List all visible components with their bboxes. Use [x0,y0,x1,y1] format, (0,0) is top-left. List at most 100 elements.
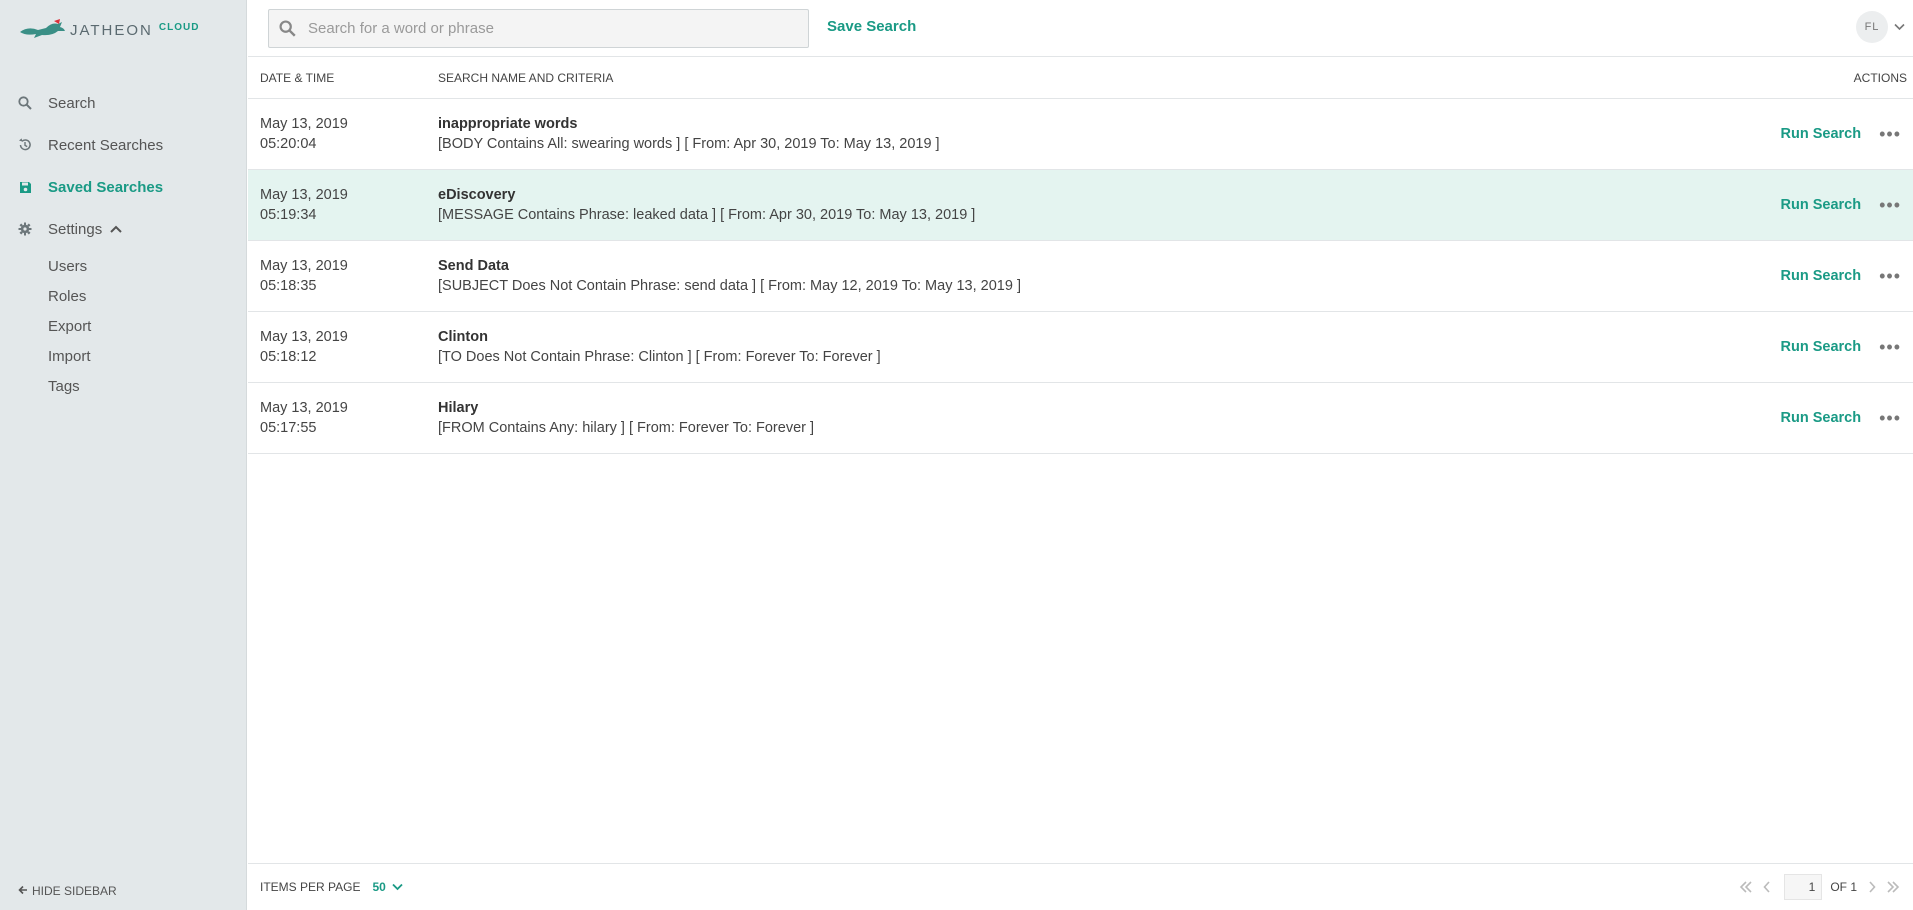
search-criteria: [TO Does Not Contain Phrase: Clinton ] [… [438,349,881,365]
sidebar-item-saved-searches[interactable]: Saved Searches [0,166,246,208]
items-per-page-value: 50 [372,880,386,894]
first-page-icon[interactable] [1739,881,1753,893]
top-bar: Save Search FL [248,0,1913,57]
sidebar-item-settings[interactable]: Settings [0,208,246,250]
row-actions: Run Search ••• [1753,409,1913,427]
previous-page-icon[interactable] [1763,881,1771,893]
table-row[interactable]: May 13, 2019 05:19:34 eDiscovery [MESSAGE C… [248,170,1913,241]
sidebar-item-label: Saved Searches [48,178,164,196]
row-time: 05:18:12 [260,349,317,365]
table-row[interactable]: May 13, 2019 05:20:04 inappropriate words [… [248,99,1913,170]
row-datetime: May 13, 2019 05:18:12 [248,327,438,367]
more-options-icon[interactable]: ••• [1879,267,1901,285]
hide-sidebar-button[interactable]: HIDE SIDEBAR [18,884,117,898]
settings-subnav: Users Roles Export Import Tags [0,252,246,402]
avatar[interactable]: FL [1856,11,1888,43]
row-date: May 13, 2019 [260,187,348,203]
sidebar-item-label: Settings [48,220,103,238]
row-search-info: eDiscovery [MESSAGE Contains Phrase: leak… [438,185,1753,225]
row-datetime: May 13, 2019 05:18:35 [248,256,438,296]
table-header: DATE & TIME SEARCH NAME AND CRITERIA ACT… [248,57,1913,99]
sidebar-item-label: Recent Searches [48,136,164,154]
column-header-date[interactable]: DATE & TIME [248,71,438,85]
search-criteria: [BODY Contains All: swearing words ] [ F… [438,136,940,152]
run-search-button[interactable]: Run Search [1781,410,1862,426]
sidebar-nav: Search Recent Searches Saved Searches Se… [0,82,246,402]
sidebar-item-label: Search [48,94,96,112]
row-time: 05:19:34 [260,207,317,223]
search-icon [18,96,32,110]
row-time: 05:20:04 [260,136,317,152]
sidebar-item-recent-searches[interactable]: Recent Searches [0,124,246,166]
fox-logo-icon [20,19,65,38]
row-actions: Run Search ••• [1753,125,1913,143]
chevron-down-icon[interactable] [1894,23,1905,31]
row-actions: Run Search ••• [1753,338,1913,356]
row-search-info: inappropriate words [BODY Contains All: s… [438,114,1753,154]
chevron-up-icon[interactable] [110,225,122,233]
search-box [268,9,809,48]
last-page-icon[interactable] [1886,881,1900,893]
more-options-icon[interactable]: ••• [1879,196,1901,214]
row-time: 05:17:55 [260,420,317,436]
save-search-button[interactable]: Save Search [827,18,916,35]
more-options-icon[interactable]: ••• [1879,125,1901,143]
search-name: eDiscovery [438,187,516,203]
table-row[interactable]: May 13, 2019 05:18:35 Send Data [SUBJECT Do… [248,241,1913,312]
search-input[interactable] [308,20,788,37]
column-header-actions: ACTIONS [1853,70,1907,85]
logo-cloud-label: CLOUD [158,21,200,33]
sidebar: JATHEON CLOUD Search Recent Searches Sav… [0,0,247,910]
jatheon-logo[interactable]: JATHEON CLOUD [18,18,199,42]
run-search-button[interactable]: Run Search [1781,197,1862,213]
row-datetime: May 13, 2019 05:17:55 [248,398,438,438]
row-actions: Run Search ••• [1753,196,1913,214]
row-search-info: Send Data [SUBJECT Does Not Contain Phras… [438,256,1753,296]
search-name: Send Data [438,258,509,274]
sidebar-item-users[interactable]: Users [48,252,246,282]
search-criteria: [SUBJECT Does Not Contain Phrase: send d… [438,278,1021,294]
more-options-icon[interactable]: ••• [1879,338,1901,356]
logo-text: JATHEON [70,21,153,39]
row-datetime: May 13, 2019 05:19:34 [248,185,438,225]
run-search-button[interactable]: Run Search [1781,268,1862,284]
sidebar-item-import[interactable]: Import [48,342,246,372]
row-date: May 13, 2019 [260,400,348,416]
sidebar-item-roles[interactable]: Roles [48,282,246,312]
page-number-input[interactable] [1784,874,1823,900]
search-criteria: [FROM Contains Any: hilary ] [ From: For… [438,420,815,436]
history-icon [18,138,32,152]
next-page-icon[interactable] [1868,881,1876,893]
search-name: Hilary [438,400,479,416]
search-criteria: [MESSAGE Contains Phrase: leaked data ] … [438,207,976,223]
user-menu[interactable]: FL [1856,11,1905,43]
items-per-page-select[interactable]: 50 [372,880,403,894]
page-count-label: OF 1 [1830,880,1857,894]
row-actions: Run Search ••• [1753,267,1913,285]
run-search-button[interactable]: Run Search [1781,339,1862,355]
table-row[interactable]: May 13, 2019 05:17:55 Hilary [FROM Contains… [248,383,1913,454]
row-date: May 13, 2019 [260,258,348,274]
row-datetime: May 13, 2019 05:20:04 [248,114,438,154]
sidebar-item-tags[interactable]: Tags [48,372,246,402]
hide-sidebar-label: HIDE SIDEBAR [32,884,117,898]
row-search-info: Clinton [TO Does Not Contain Phrase: Clin… [438,327,1753,367]
saved-searches-table: DATE & TIME SEARCH NAME AND CRITERIA ACT… [248,57,1913,454]
sidebar-item-export[interactable]: Export [48,312,246,342]
column-header-name[interactable]: SEARCH NAME AND CRITERIA [438,71,1793,85]
search-name: inappropriate words [438,116,578,132]
save-icon [18,180,32,194]
more-options-icon[interactable]: ••• [1879,409,1901,427]
run-search-button[interactable]: Run Search [1781,126,1862,142]
items-per-page-label: ITEMS PER PAGE [260,880,361,894]
row-time: 05:18:35 [260,278,317,294]
search-icon [279,20,296,37]
chevron-down-icon [392,883,403,891]
table-row[interactable]: May 13, 2019 05:18:12 Clinton [TO Does Not … [248,312,1913,383]
row-date: May 13, 2019 [260,329,348,345]
sidebar-item-search[interactable]: Search [0,82,246,124]
row-date: May 13, 2019 [260,116,348,132]
table-body: May 13, 2019 05:20:04 inappropriate words [… [248,99,1913,454]
gear-icon [18,222,32,236]
pager: OF 1 [1734,874,1905,900]
